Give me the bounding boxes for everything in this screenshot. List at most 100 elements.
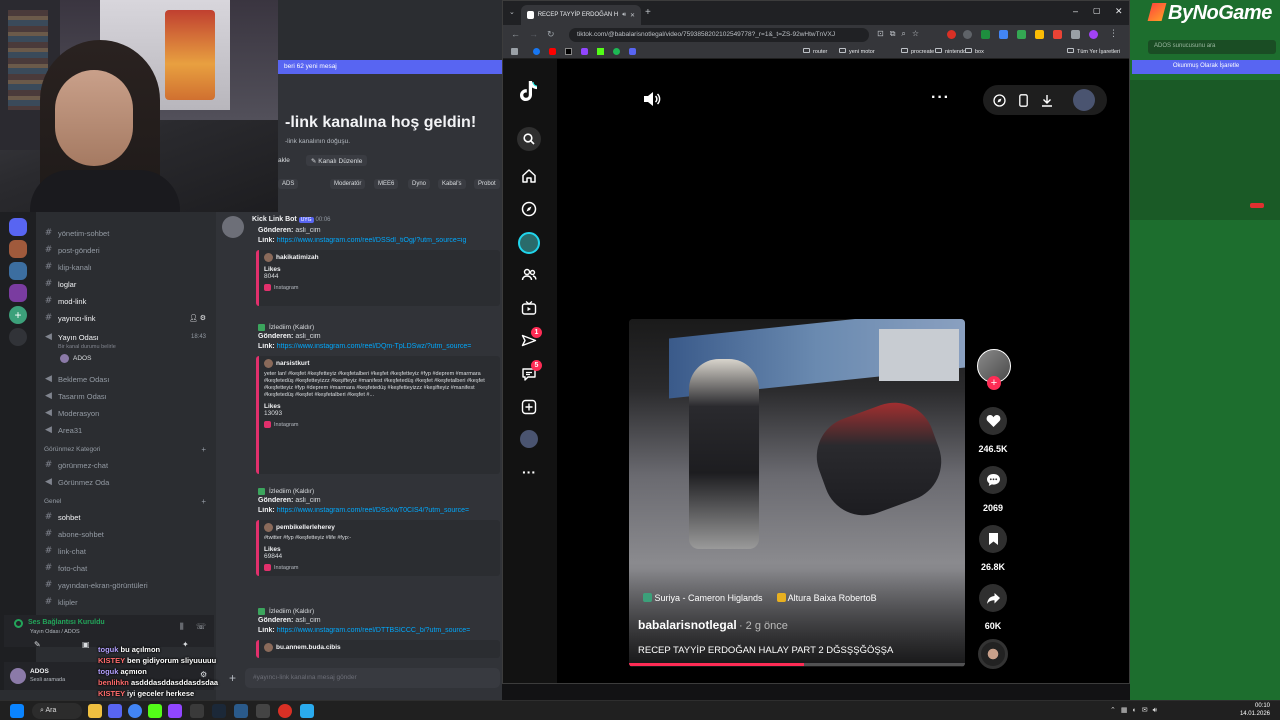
download-icon[interactable]: [1039, 92, 1055, 108]
maximize-icon[interactable]: ▢: [1093, 6, 1101, 15]
profile-avatar-icon[interactable]: [520, 430, 538, 448]
mark-as-read-button[interactable]: Okunmuş Olarak İşaretle: [1132, 60, 1280, 74]
live-tv-icon[interactable]: [519, 298, 539, 318]
add-server-icon[interactable]: +: [9, 306, 27, 324]
inbox-send-icon[interactable]: 1: [519, 327, 542, 351]
role-tag[interactable]: MEE6: [374, 179, 399, 189]
new-messages-bar[interactable]: beri 62 yeni mesaj: [278, 60, 502, 74]
app-icon[interactable]: [256, 704, 270, 718]
bot-name[interactable]: Kick Link Bot: [252, 216, 297, 223]
message-link[interactable]: https://www.instagram.com/reel/DSSdI_tiO…: [277, 237, 467, 244]
discord-icon[interactable]: [108, 704, 122, 718]
message-link[interactable]: https://www.instagram.com/reel/DQm-TpLDS…: [277, 343, 472, 350]
friends-icon[interactable]: [519, 265, 539, 285]
taskbar-search[interactable]: ⌕ Ara: [32, 703, 82, 719]
channel-item[interactable]: # foto-chat: [44, 561, 214, 575]
screen-share-icon[interactable]: ▣: [82, 640, 90, 649]
instagram-embed[interactable]: hakikatimizah Likes 8044 Instagram: [256, 250, 500, 306]
voice-channel-item[interactable]: ◀ Tasarım Odası: [44, 389, 214, 403]
channel-item[interactable]: # abone-sohbet: [44, 527, 214, 541]
avatar[interactable]: [1073, 89, 1095, 111]
server-search-input[interactable]: ADOS sunucusunu ara: [1148, 40, 1276, 54]
kick-icon[interactable]: [148, 704, 162, 718]
avatar[interactable]: [10, 668, 26, 684]
anchor-location-left[interactable]: Suriya - Cameron Higlands: [643, 593, 763, 603]
bookmark-item[interactable]: nintendo: [935, 48, 966, 55]
channel-item[interactable]: # klipler: [44, 595, 214, 609]
voice-connected-sub[interactable]: Yayın Odası / ADOS: [30, 629, 80, 635]
channel-item[interactable]: # klip-kanalı: [44, 260, 214, 274]
explore-compass-icon[interactable]: [519, 199, 539, 219]
more-options-icon[interactable]: ···: [931, 89, 950, 107]
edit-channel-button[interactable]: ✎ Kanalı Düzenle: [306, 155, 368, 166]
message-input[interactable]: #yayıncı-link kanalına mesaj gönder: [245, 668, 500, 688]
close-window-icon[interactable]: ✕: [1115, 6, 1123, 17]
instagram-embed[interactable]: bu.annem.buda.cibis: [256, 640, 500, 658]
channel-item[interactable]: # post-gönderi: [44, 243, 214, 257]
app-phone-icon[interactable]: [1015, 92, 1031, 108]
bookmark-item[interactable]: router: [803, 48, 827, 55]
sender-name[interactable]: asli_cim: [295, 333, 320, 340]
noise-icon[interactable]: ⫼: [180, 622, 184, 632]
server-icon[interactable]: [9, 262, 27, 280]
discover-icon[interactable]: [9, 328, 27, 346]
embed-author[interactable]: narsistkurt: [276, 360, 310, 367]
disconnect-icon[interactable]: ☏: [196, 622, 206, 631]
instagram-embed[interactable]: pembikellerleherey #twitter #fyp #keşfett…: [256, 520, 500, 576]
taskbar-clock[interactable]: 00:10 14.01.2026: [1240, 703, 1270, 718]
app-icon[interactable]: [190, 704, 204, 718]
forward-icon[interactable]: →: [529, 29, 538, 39]
reload-icon[interactable]: ↻: [547, 29, 555, 40]
embed-author[interactable]: bu.annem.buda.cibis: [276, 644, 341, 651]
address-actions[interactable]: ⊡⧉⌕☆: [877, 29, 925, 39]
file-explorer-icon[interactable]: [88, 704, 102, 718]
role-tag[interactable]: Moderatör: [330, 179, 366, 189]
chrome-icon[interactable]: [128, 704, 142, 718]
category-header[interactable]: Görünmez Kategori: [44, 446, 100, 453]
tab-close-icon[interactable]: ✕: [630, 12, 635, 19]
following-avatar-icon[interactable]: [518, 232, 540, 254]
telegram-icon[interactable]: [300, 704, 314, 718]
channel-item[interactable]: ◀ Görünmez Oda: [44, 475, 214, 489]
bookmark-item[interactable]: box: [965, 48, 984, 55]
channel-item[interactable]: # yayından-ekran-görüntüleri: [44, 578, 214, 592]
add-channel-icon[interactable]: +: [201, 445, 206, 454]
address-bar[interactable]: tiktok.com/@babalarisnotlegal/video/7593…: [569, 28, 869, 42]
video-username[interactable]: babalarisnotlegal: [638, 618, 737, 632]
minimize-icon[interactable]: –: [1073, 6, 1078, 16]
channel-item[interactable]: # mod-link: [44, 294, 214, 308]
voice-member[interactable]: ADOS: [60, 354, 91, 363]
follow-plus-icon[interactable]: +: [987, 376, 1001, 390]
instagram-embed[interactable]: narsistkurt yeter lan! #keşfet #keşfettey…: [256, 356, 500, 474]
voice-channel-item[interactable]: ◀ Yayın Odası 18:43: [44, 330, 214, 344]
role-tag[interactable]: ADS: [278, 179, 299, 189]
messages-icon[interactable]: 5: [519, 360, 542, 384]
channel-settings-icon[interactable]: 👤︎ ⚙: [189, 314, 206, 322]
embed-author[interactable]: pembikellerleherey: [276, 524, 335, 531]
obs-icon[interactable]: [278, 704, 292, 718]
bookmark-item[interactable]: procreate: [901, 48, 934, 55]
add-channel-icon[interactable]: +: [201, 497, 206, 506]
role-tag[interactable]: Kabal's: [438, 179, 466, 189]
app-icon[interactable]: [234, 704, 248, 718]
server-icon[interactable]: [9, 240, 27, 258]
pencil-icon[interactable]: ✎: [34, 640, 41, 649]
system-tray-icons[interactable]: ⌃▦◐✉🔊︎: [1110, 706, 1162, 715]
browser-tab[interactable]: RECEP TAYYİP ERDOĞAN H 🔊︎ ✕: [521, 5, 641, 25]
extensions-bar[interactable]: ⋮: [943, 28, 1123, 40]
get-coins-icon[interactable]: [991, 92, 1007, 108]
bookmark-item[interactable]: Tüm Yer İşaretleri: [1067, 48, 1120, 55]
anchor-location-right[interactable]: Altura Baixa RobertoB: [776, 593, 877, 603]
tab-audio-icon[interactable]: 🔊︎: [622, 12, 626, 19]
bookmark-favicons[interactable]: [511, 48, 661, 56]
embed-author[interactable]: hakikatimizah: [276, 254, 319, 261]
app-icon[interactable]: [168, 704, 182, 718]
voice-channel-item[interactable]: ◀ Bekleme Odası: [44, 372, 214, 386]
like-button[interactable]: [979, 407, 1007, 435]
server-icon[interactable]: [9, 218, 27, 236]
voice-channel-item[interactable]: ◀ Area31: [44, 423, 214, 437]
channel-item[interactable]: # yayıncı-link 👤︎ ⚙: [44, 311, 214, 325]
bookmark-item[interactable]: yeni motor: [839, 48, 875, 55]
video-player[interactable]: [629, 319, 965, 667]
save-button[interactable]: [979, 525, 1007, 553]
